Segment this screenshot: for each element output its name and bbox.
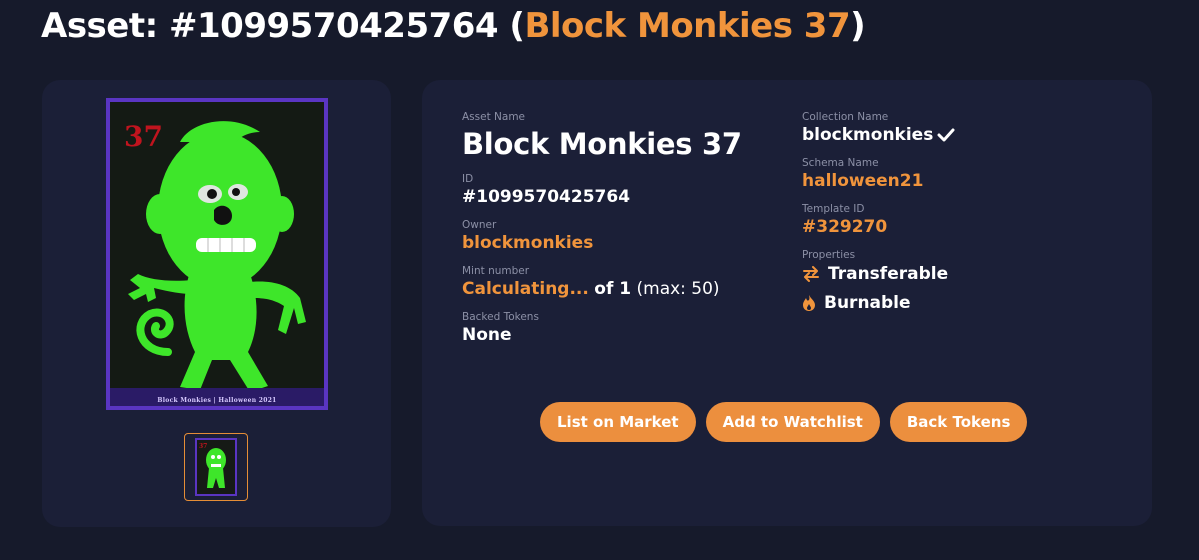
asset-name-label: Asset Name xyxy=(462,111,526,123)
mint-calculating: Calculating... xyxy=(462,279,589,299)
property-transferable-label: Transferable xyxy=(828,264,949,284)
property-transferable: Transferable xyxy=(802,264,955,284)
svg-text:37: 37 xyxy=(199,443,207,450)
property-burnable-label: Burnable xyxy=(824,293,911,313)
collection-name-value[interactable]: blockmonkies xyxy=(802,124,955,146)
mint-number-label: Mint number xyxy=(462,265,530,277)
backed-tokens-label: Backed Tokens xyxy=(462,311,539,323)
flame-icon xyxy=(802,294,816,312)
collection-name-label: Collection Name xyxy=(802,111,889,123)
back-tokens-button[interactable]: Back Tokens xyxy=(889,402,1028,442)
title-prefix: Asset: #1099570425764 ( xyxy=(41,6,525,46)
add-to-watchlist-button[interactable]: Add to Watchlist xyxy=(705,402,880,442)
mint-of: of 1 xyxy=(594,279,632,299)
owner-label: Owner xyxy=(462,219,497,231)
template-id-link[interactable]: #329270 xyxy=(802,216,955,238)
property-burnable: Burnable xyxy=(802,293,955,313)
title-suffix: ) xyxy=(850,6,866,46)
thumbnail-image: 37 xyxy=(195,438,237,496)
id-label: ID xyxy=(462,173,474,185)
verified-check-icon xyxy=(937,128,955,142)
collection-name-link[interactable]: blockmonkies xyxy=(802,125,933,145)
nft-caption: Block Monkies | Halloween 2021 xyxy=(157,397,277,404)
monkey-illustration: 37 xyxy=(110,102,324,406)
mint-number-value: Calculating... of 1 (max: 50) xyxy=(462,278,742,300)
page-title: Asset: #1099570425764 (Block Monkies 37) xyxy=(41,6,866,46)
nft-number: 37 xyxy=(124,120,163,153)
mint-max: (max: 50) xyxy=(636,279,720,299)
owner-link[interactable]: blockmonkies xyxy=(462,232,742,254)
backed-tokens-value: None xyxy=(462,325,512,345)
asset-info-card: Asset Name Block Monkies 37 ID #10995704… xyxy=(422,80,1152,526)
nft-image[interactable]: 37 Block Monkies | Halloween 2021 xyxy=(106,98,328,410)
details-right-column: Collection Name blockmonkies Schema Name… xyxy=(802,110,955,322)
transfer-arrows-icon xyxy=(802,266,820,282)
properties-label: Properties xyxy=(802,249,856,261)
details-left-column: Asset Name Block Monkies 37 ID #10995704… xyxy=(462,110,742,356)
action-buttons: List on Market Add to Watchlist Back Tok… xyxy=(540,402,1028,442)
thumbnail-button[interactable]: 37 xyxy=(184,433,248,501)
id-value: #1099570425764 xyxy=(462,187,631,207)
asset-name-value: Block Monkies 37 xyxy=(462,127,742,161)
schema-name-link[interactable]: halloween21 xyxy=(802,170,955,192)
image-card: 37 Block Monkies | Halloween 2021 37 xyxy=(42,80,391,527)
title-asset-name: Block Monkies 37 xyxy=(524,6,851,46)
schema-name-label: Schema Name xyxy=(802,157,879,169)
list-on-market-button[interactable]: List on Market xyxy=(540,402,696,442)
template-id-label: Template ID xyxy=(802,203,865,215)
